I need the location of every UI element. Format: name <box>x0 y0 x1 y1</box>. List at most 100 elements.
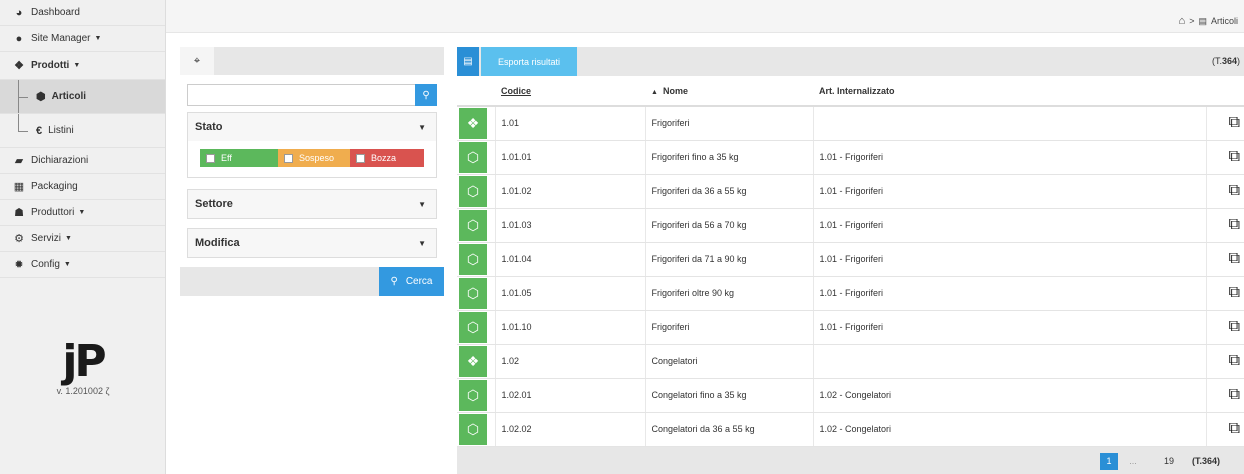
export-button[interactable]: Esporta risultati <box>481 47 577 76</box>
sidebar-item-packaging[interactable]: ▦ Packaging <box>0 174 165 200</box>
cell-codice: 1.01.10 <box>494 310 645 345</box>
filter-modifica-header[interactable]: Modifica ▼ <box>188 229 436 257</box>
cell-art: 1.01 - Frigoriferi <box>812 310 1206 345</box>
sidebar-item-prodotti[interactable]: ❖ Prodotti ▼ <box>0 52 165 80</box>
cell-art: 1.02 - Congelatori <box>812 412 1206 447</box>
open-link-cell: ⧉ <box>1205 276 1244 311</box>
caret-down-icon: ▼ <box>418 199 426 209</box>
cell-nome: Congelatori da 36 a 55 kg <box>644 412 813 447</box>
spreadsheet-icon[interactable]: ▤ <box>457 47 479 76</box>
row-icon-cell: ⬡ <box>457 276 495 311</box>
cerca-button[interactable]: ⚲ Cerca <box>379 267 444 296</box>
external-link-icon[interactable]: ⧉ <box>1229 250 1240 267</box>
cell-art: 1.02 - Congelatori <box>812 378 1206 413</box>
table-row[interactable]: ⬡ 1.01.04 Frigoriferi da 71 a 90 kg 1.01 - … <box>457 242 1244 277</box>
tree-branch <box>18 96 28 98</box>
cell-codice: 1.01.05 <box>494 276 645 311</box>
page-19[interactable]: 19 <box>1159 453 1179 470</box>
sidebar-item-site-manager[interactable]: ● Site Manager ▼ <box>0 26 165 52</box>
table-row[interactable]: ⬡ 1.02.01 Congelatori fino a 35 kg 1.02 - C… <box>457 378 1244 413</box>
caret-down-icon: ▼ <box>94 35 102 42</box>
sidebar-item-label: Packaging <box>31 181 78 192</box>
table-row[interactable]: ⬡ 1.01.03 Frigoriferi da 56 a 70 kg 1.01 - … <box>457 208 1244 243</box>
sidebar-item-produttori[interactable]: ☗ Produttori ▼ <box>0 200 165 226</box>
tree-line <box>18 114 19 131</box>
external-link-icon[interactable]: ⧉ <box>1229 284 1240 301</box>
checkbox[interactable] <box>356 153 365 163</box>
cell-codice: 1.01.04 <box>494 242 645 277</box>
cell-art: 1.01 - Frigoriferi <box>812 140 1206 175</box>
table-row[interactable]: ❖ 1.02 Congelatori ⧉ <box>457 344 1244 379</box>
external-link-icon[interactable]: ⧉ <box>1229 148 1240 165</box>
external-link-icon[interactable]: ⧉ <box>1229 420 1240 437</box>
open-link-cell: ⧉ <box>1205 208 1244 243</box>
gear-icon: ✹ <box>14 259 24 271</box>
sidebar-item-dichiarazioni[interactable]: ▰ Dichiarazioni <box>0 148 165 174</box>
chip-bozza[interactable]: Bozza <box>350 149 424 167</box>
col-codice[interactable]: Codice <box>495 76 645 107</box>
col-icon <box>457 76 495 107</box>
table-row[interactable]: ⬡ 1.01.02 Frigoriferi da 36 a 55 kg 1.01 - … <box>457 174 1244 209</box>
external-link-icon[interactable]: ⧉ <box>1229 114 1240 131</box>
filter-stato-header[interactable]: Stato ▼ <box>188 113 436 141</box>
col-nome[interactable]: ▲ Nome <box>645 76 813 107</box>
checkbox[interactable] <box>206 153 215 163</box>
page-1[interactable]: 1 <box>1100 452 1118 470</box>
filter-settore-title: Settore <box>195 198 233 210</box>
pager-total: (T.364) <box>1191 456 1220 466</box>
dashboard-icon: ◕ <box>15 6 23 19</box>
table-header: Codice ▲ Nome Art. Internalizzato <box>457 76 1244 107</box>
filter-settore-header[interactable]: Settore ▼ <box>188 190 436 218</box>
table-body: ❖ 1.01 Frigoriferi ⧉ ⬡ 1.01.01 Frigoriferi fin… <box>457 106 1244 447</box>
sidebar-item-listini[interactable]: € Listini <box>0 114 165 148</box>
cell-art <box>812 344 1206 379</box>
filter-tab-bar: ⌖ <box>180 47 444 75</box>
cubes-icon: ❖ <box>459 346 487 377</box>
external-link-icon[interactable]: ⧉ <box>1229 386 1240 403</box>
checkbox[interactable] <box>284 153 293 163</box>
home-icon[interactable]: ⌂ <box>1179 15 1186 27</box>
cube-icon: ⬡ <box>459 244 487 275</box>
cube-icon: ⬡ <box>459 176 487 207</box>
binoculars-icon[interactable]: ⌖ <box>180 47 214 75</box>
book-icon: ▰ <box>14 155 24 167</box>
search-row: ⚲ <box>187 84 437 106</box>
sidebar-item-dashboard[interactable]: ◕ Dashboard <box>0 0 165 26</box>
breadcrumb: ⌂ > ▤ Articoli <box>1179 15 1238 27</box>
row-icon-cell: ⬡ <box>457 140 495 175</box>
external-link-icon[interactable]: ⧉ <box>1229 182 1240 199</box>
users-icon: ☗ <box>14 207 24 219</box>
table-row[interactable]: ❖ 1.01 Frigoriferi ⧉ <box>457 106 1244 141</box>
open-link-cell: ⧉ <box>1205 310 1244 345</box>
cell-nome: Frigoriferi da 36 a 55 kg <box>644 174 813 209</box>
breadcrumb-current[interactable]: Articoli <box>1211 16 1238 26</box>
cell-codice: 1.02.02 <box>494 412 645 447</box>
top-bar: ⌂ > ▤ Articoli <box>166 0 1244 33</box>
sidebar-item-config[interactable]: ✹ Config ▼ <box>0 252 165 278</box>
external-link-icon[interactable]: ⧉ <box>1229 216 1240 233</box>
table-row[interactable]: ⬡ 1.01.10 Frigoriferi 1.01 - Frigoriferi ⧉ <box>457 310 1244 345</box>
grid-icon: ▦ <box>13 181 25 193</box>
filter-stato: Stato ▼ Eff Sospeso Bozza <box>187 112 437 178</box>
cubes-icon: ❖ <box>14 60 24 72</box>
search-button[interactable]: ⚲ <box>415 84 437 106</box>
external-link-icon[interactable]: ⧉ <box>1229 352 1240 369</box>
chip-eff[interactable]: Eff <box>200 149 278 167</box>
row-icon-cell: ⬡ <box>457 310 495 345</box>
search-input[interactable] <box>187 84 415 106</box>
pagination: 1 ... 19 (T.364) <box>457 446 1244 474</box>
cube-icon: ⬡ <box>459 142 487 173</box>
sidebar-item-articoli[interactable]: ⬢ Articoli <box>0 80 165 114</box>
table-row[interactable]: ⬡ 1.02.02 Congelatori da 36 a 55 kg 1.02 - … <box>457 412 1244 447</box>
row-icon-cell: ⬡ <box>457 378 495 413</box>
sidebar-item-servizi[interactable]: ⚙ Servizi ▼ <box>0 226 165 252</box>
filter-modifica: Modifica ▼ <box>187 228 437 258</box>
sidebar-item-label: Servizi <box>31 233 62 244</box>
col-art[interactable]: Art. Internalizzato <box>813 76 1206 107</box>
cell-art <box>812 106 1206 141</box>
table-row[interactable]: ⬡ 1.01.01 Frigoriferi fino a 35 kg 1.01 - F… <box>457 140 1244 175</box>
chip-sospeso[interactable]: Sospeso <box>278 149 350 167</box>
table-row[interactable]: ⬡ 1.01.05 Frigoriferi oltre 90 kg 1.01 - Fr… <box>457 276 1244 311</box>
euro-icon: € <box>36 124 43 137</box>
external-link-icon[interactable]: ⧉ <box>1229 318 1240 335</box>
